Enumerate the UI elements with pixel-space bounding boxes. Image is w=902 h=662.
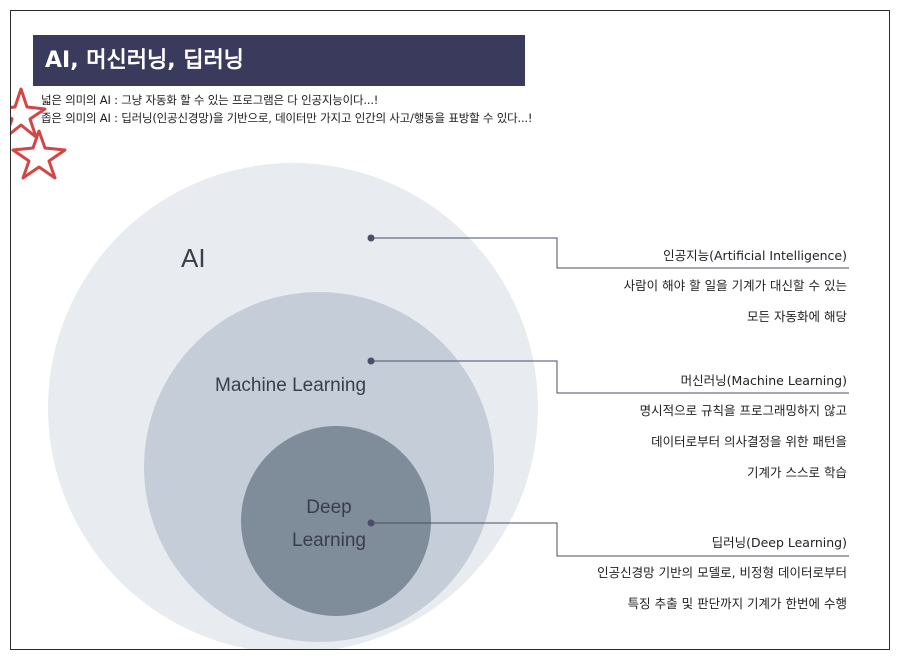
ml-description-block: 머신러닝(Machine Learning) 명시적으로 규칙을 프로그래밍하지… — [640, 366, 847, 488]
dl-description-title: 딥러닝(Deep Learning) — [711, 535, 847, 550]
ai-description-line: 모든 자동화에 해당 — [747, 309, 847, 324]
ml-description-line: 기계가 스스로 학습 — [747, 465, 847, 480]
dl-circle-label-line1: Deep — [306, 497, 352, 518]
slide: AI, 머신러닝, 딥러닝 넓은 의미의 AI : 그냥 자동화 할 수 있는 … — [10, 10, 890, 650]
dl-description-line: 특징 추출 및 판단까지 기계가 한번에 수행 — [627, 596, 847, 611]
ai-description-block: 인공지능(Artificial Intelligence) 사람이 해야 할 일… — [624, 241, 847, 332]
dl-circle-label: Deep Learning — [273, 491, 385, 557]
dl-description-block: 딥러닝(Deep Learning) 인공신경망 기반의 모델로, 비정형 데이… — [597, 528, 847, 619]
connector-dot-ml — [367, 357, 375, 365]
connector-dot-ai — [367, 234, 375, 242]
ml-description-line: 데이터로부터 의사결정을 위한 패턴을 — [651, 434, 847, 449]
ml-circle-label: Machine Learning — [215, 375, 367, 396]
ml-description-line: 명시적으로 규칙을 프로그래밍하지 않고 — [639, 403, 847, 418]
dl-circle-label-line2: Learning — [292, 530, 366, 551]
ai-circle-label: AI — [181, 243, 206, 273]
ai-description-line: 사람이 해야 할 일을 기계가 대신할 수 있는 — [623, 278, 847, 293]
dl-description-line: 인공신경망 기반의 모델로, 비정형 데이터로부터 — [597, 565, 847, 580]
ml-description-title: 머신러닝(Machine Learning) — [680, 373, 847, 388]
ai-description-title: 인공지능(Artificial Intelligence) — [663, 248, 847, 263]
